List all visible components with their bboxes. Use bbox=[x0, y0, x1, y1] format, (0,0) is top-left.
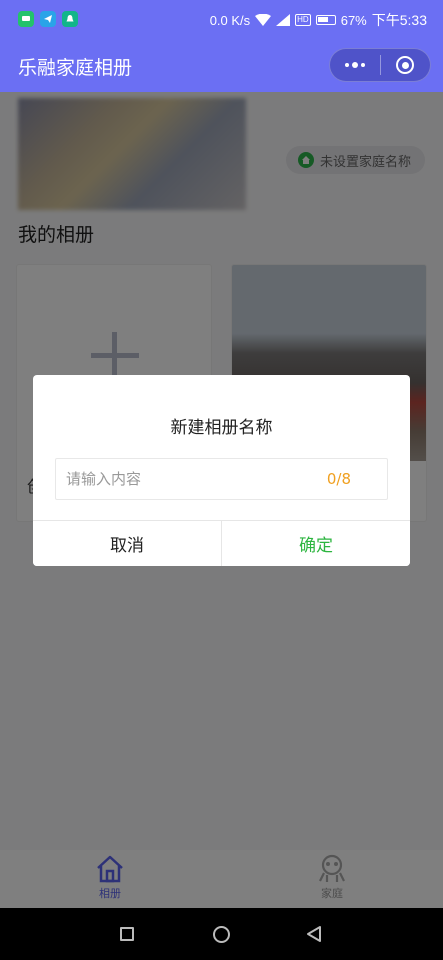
clock: 下午5:33 bbox=[371, 12, 427, 28]
char-counter: 0/8 bbox=[326, 470, 351, 488]
album-name-input[interactable] bbox=[66, 459, 316, 499]
wifi-icon bbox=[255, 14, 272, 26]
notification-icons bbox=[18, 11, 78, 27]
more-button[interactable] bbox=[330, 49, 380, 81]
more-icon bbox=[344, 62, 365, 68]
dialog-title: 新建相册名称 bbox=[170, 418, 273, 438]
target-icon bbox=[396, 56, 415, 74]
back-button[interactable] bbox=[306, 925, 322, 943]
battery-fill bbox=[317, 17, 328, 22]
dialog-actions: 取消 确定 bbox=[33, 520, 410, 566]
battery-icon bbox=[315, 15, 336, 25]
close-miniprogram-button[interactable] bbox=[381, 49, 431, 81]
confirm-button[interactable]: 确定 bbox=[222, 521, 410, 566]
navigation-bar: 乐融家庭相册 bbox=[0, 38, 443, 92]
system-navigation-bar bbox=[0, 908, 443, 960]
page-title: 乐融家庭相册 bbox=[18, 57, 133, 79]
signal-icon bbox=[276, 14, 291, 26]
new-album-dialog: 新建相册名称 0/8 取消 确定 bbox=[33, 375, 410, 566]
chat-app-icon bbox=[18, 11, 34, 27]
telegram-icon bbox=[40, 11, 56, 27]
mini-program-capsule bbox=[329, 48, 431, 82]
status-indicators: 0.0 K/s HD 67% 下午5:33 bbox=[210, 10, 427, 30]
cancel-button[interactable]: 取消 bbox=[33, 521, 222, 566]
status-bar: 0.0 K/s HD 67% 下午5:33 bbox=[0, 0, 443, 38]
home-button[interactable] bbox=[213, 926, 230, 943]
battery-percent: 67% bbox=[340, 12, 367, 28]
bell-app-icon bbox=[62, 11, 78, 27]
network-speed: 0.0 K/s bbox=[209, 12, 251, 28]
hd-badge: HD bbox=[295, 14, 311, 26]
album-name-field[interactable]: 0/8 bbox=[55, 458, 388, 500]
recents-button[interactable] bbox=[120, 927, 134, 941]
